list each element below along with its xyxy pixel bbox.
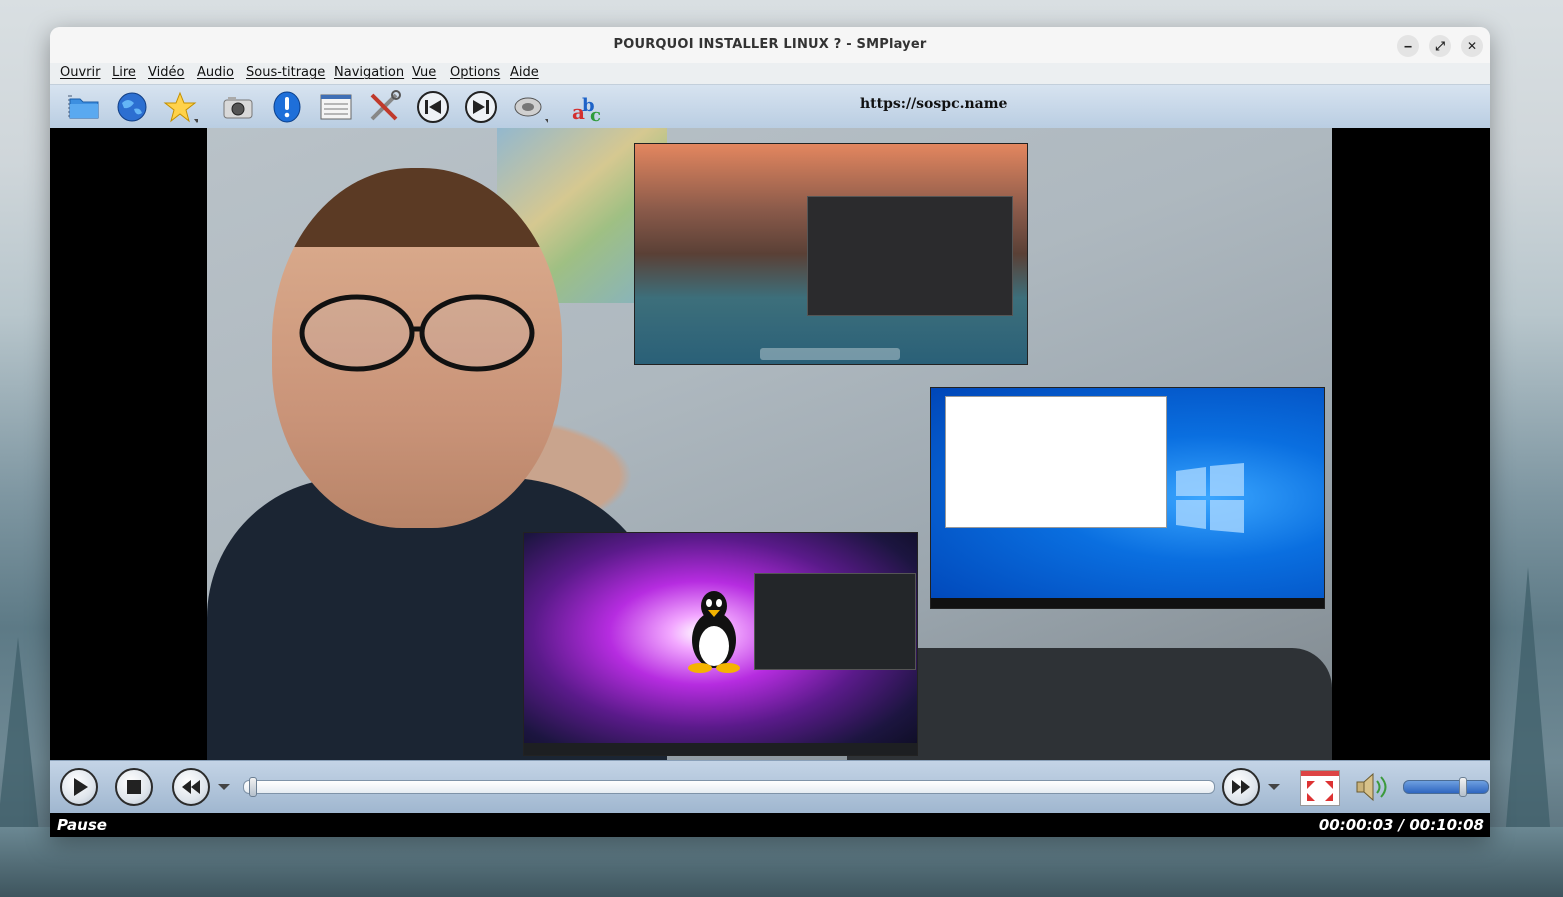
windows-logo-icon <box>1176 463 1244 533</box>
menu-audio[interactable]: Audio <box>197 65 234 80</box>
playback-controls <box>50 760 1490 814</box>
menu-sous-titrage[interactable]: Sous-titrage <box>246 65 325 80</box>
close-button[interactable]: ✕ <box>1461 35 1483 57</box>
forward-button[interactable] <box>1222 768 1260 806</box>
menu-lire[interactable]: Lire <box>112 65 136 80</box>
rewind-dropdown-icon[interactable] <box>218 784 230 790</box>
playlist-icon[interactable] <box>318 89 354 125</box>
seek-handle[interactable] <box>248 777 257 797</box>
time-display: 00:00:03 / 00:10:08 <box>1318 816 1484 834</box>
play-button[interactable] <box>60 768 98 806</box>
kde-taskbar <box>524 743 917 755</box>
forward-dropdown-icon[interactable] <box>1268 784 1280 790</box>
windows-explorer-window <box>945 396 1167 528</box>
macos-finder-window <box>807 196 1013 316</box>
folder-icon[interactable] <box>66 89 102 125</box>
fullscreen-button[interactable] <box>1300 770 1340 806</box>
title-bar[interactable]: POURQUOI INSTALLER LINUX ? - SMPlayer ‒ … <box>50 27 1490 63</box>
screenshot-camera-icon[interactable] <box>220 89 256 125</box>
glasses-icon <box>299 294 535 372</box>
subtitles-abc-icon[interactable]: abc <box>570 89 606 126</box>
sofa <box>847 648 1332 760</box>
audio-tracks-icon[interactable] <box>512 89 551 125</box>
minimize-button[interactable]: ‒ <box>1397 35 1419 57</box>
favorites-star-icon[interactable] <box>162 89 200 125</box>
volume-speaker-icon[interactable] <box>1353 770 1393 804</box>
rewind-icon <box>182 780 200 794</box>
linux-kde-screenshot <box>523 532 918 756</box>
info-icon[interactable] <box>269 89 305 125</box>
windows-taskbar <box>931 598 1324 608</box>
menu-ouvrir[interactable]: Ouvrir <box>60 65 100 80</box>
status-bar: Pause 00:00:03 / 00:10:08 <box>50 813 1490 837</box>
maximize-button[interactable]: ⤢ <box>1429 35 1451 57</box>
toolbar: abc https://sospc.name <box>50 84 1490 129</box>
rewind-button[interactable] <box>172 768 210 806</box>
macos-screenshot <box>634 143 1028 365</box>
stop-icon <box>127 780 141 794</box>
linux-tux-icon <box>688 591 740 673</box>
menu-bar: Ouvrir Lire Vidéo Audio Sous-titrage Nav… <box>50 63 1490 84</box>
menu-aide[interactable]: Aide <box>510 65 539 80</box>
previous-icon[interactable] <box>415 89 451 125</box>
forward-icon <box>1232 780 1250 794</box>
window-title: POURQUOI INSTALLER LINUX ? - SMPlayer <box>613 37 927 52</box>
next-icon[interactable] <box>463 89 499 125</box>
preferences-tools-icon[interactable] <box>366 89 402 125</box>
fullscreen-icon <box>1301 771 1339 801</box>
menu-vue[interactable]: Vue <box>412 65 436 80</box>
desktop-water <box>0 827 1563 897</box>
smplayer-window: POURQUOI INSTALLER LINUX ? - SMPlayer ‒ … <box>50 27 1490 837</box>
url-label[interactable]: https://sospc.name <box>860 96 1007 112</box>
svg-text:c: c <box>590 105 601 125</box>
playback-state: Pause <box>57 816 107 834</box>
kde-dolphin-window <box>754 573 916 670</box>
volume-handle[interactable] <box>1459 777 1468 797</box>
seek-bar[interactable] <box>243 777 1215 797</box>
windows-screenshot <box>930 387 1325 609</box>
video-area[interactable] <box>50 128 1490 760</box>
menu-options[interactable]: Options <box>450 65 500 80</box>
globe-icon[interactable] <box>114 89 150 125</box>
play-icon <box>74 778 88 796</box>
menu-video[interactable]: Vidéo <box>148 65 184 80</box>
menu-navigation[interactable]: Navigation <box>334 65 404 80</box>
stop-button[interactable] <box>115 768 153 806</box>
macos-dock <box>760 348 900 360</box>
video-frame <box>207 128 1332 760</box>
volume-slider[interactable] <box>1403 777 1489 797</box>
